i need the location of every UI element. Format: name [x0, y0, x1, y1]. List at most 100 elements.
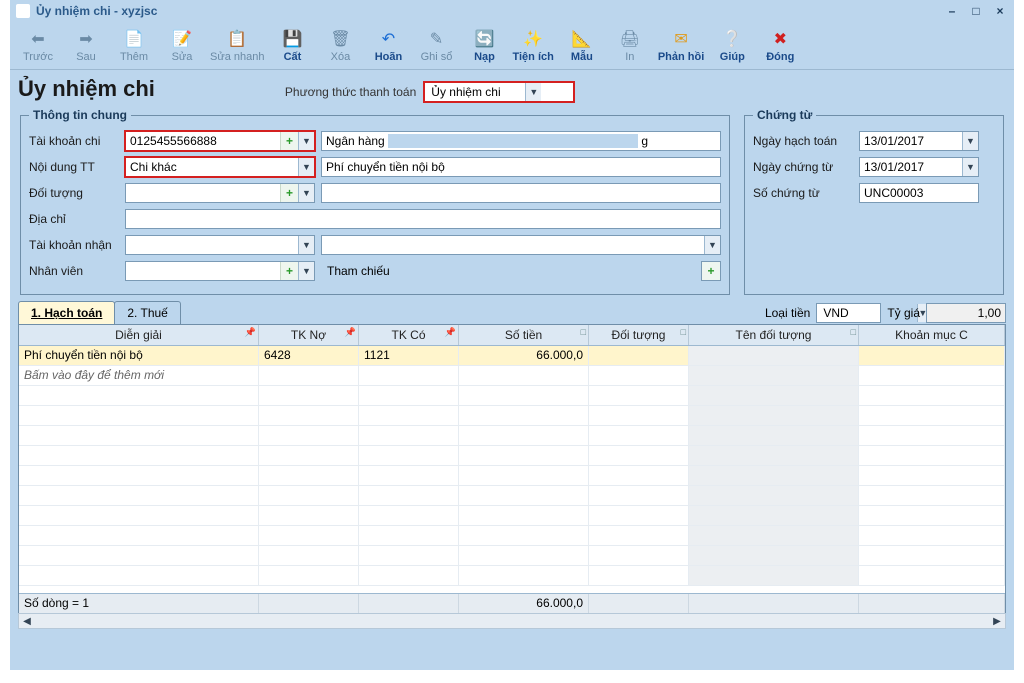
col-debit[interactable]: TK Nợ📌	[259, 325, 359, 345]
toolbar-util-button[interactable]: ✨Tiện ích	[508, 26, 557, 65]
account-input[interactable]: 0125455566888 + ▼	[125, 131, 315, 151]
col-description[interactable]: Diễn giải📌	[19, 325, 259, 345]
reference-label: Tham chiếu	[327, 264, 390, 278]
plus-icon[interactable]: +	[280, 262, 298, 280]
chevron-down-icon[interactable]: ▼	[704, 236, 720, 254]
col-object-name[interactable]: Tên đối tượng□	[689, 325, 859, 345]
page-edit-icon: 📝	[171, 28, 193, 50]
toolbar-undo-button[interactable]: ↶Hoãn	[364, 26, 412, 65]
toolbar-add-button[interactable]: 📄Thêm	[110, 26, 158, 65]
doc-date-label: Ngày chứng từ	[753, 160, 853, 174]
chevron-down-icon[interactable]: ▼	[298, 158, 314, 176]
chevron-down-icon: ▼	[525, 83, 541, 101]
chevron-down-icon[interactable]: ▼	[298, 184, 314, 202]
staff-label: Nhân viên	[29, 264, 119, 278]
content-dropdown[interactable]: Chi khác ▼	[125, 157, 315, 177]
page-add-icon: 📄	[123, 28, 145, 50]
toolbar-feedback-button[interactable]: ✉Phản hồi	[654, 26, 708, 65]
pencil-icon: ✎	[425, 28, 447, 50]
col-object[interactable]: Đối tượng□	[589, 325, 689, 345]
staff-input[interactable]: + ▼	[125, 261, 315, 281]
tab-accounting[interactable]: 1. Hạch toán	[18, 301, 115, 324]
col-cost-item[interactable]: Khoản mục C	[859, 325, 1005, 345]
recv-bank-input[interactable]: ▼	[321, 235, 721, 255]
toolbar-delete-button[interactable]: 🗑Xóa	[316, 26, 364, 65]
acct-date-label: Ngày hạch toán	[753, 134, 853, 148]
new-row-hint[interactable]: Bấm vào đây để thêm mới	[19, 366, 1005, 386]
account-label: Tài khoản chi	[29, 134, 119, 148]
pin-icon: □	[681, 327, 686, 337]
general-info-group: Thông tin chung Tài khoản chi 0125455566…	[20, 108, 730, 295]
maximize-button[interactable]: □	[968, 4, 984, 18]
pin-icon: 📌	[245, 327, 256, 338]
mail-icon: ✉	[670, 28, 692, 50]
app-window: Ủy nhiệm chi - xyzjsc – □ × ⬅Trước ➡Sau …	[10, 0, 1014, 670]
toolbar-close-button[interactable]: ✖Đóng	[756, 26, 804, 65]
content-label: Nội dung TT	[29, 160, 119, 174]
doc-no-input[interactable]: UNC00003	[859, 183, 979, 203]
table-row[interactable]: Phí chuyển tiền nội bộ 6428 1121 66.000,…	[19, 346, 1005, 366]
bank-display: Ngân hàng g	[321, 131, 721, 151]
plus-icon: +	[707, 264, 714, 278]
doc-date-input[interactable]: 13/01/2017 ▼	[859, 157, 979, 177]
page-title: Ủy nhiệm chi	[18, 76, 155, 102]
grid-footer: Số dòng = 1 66.000,0	[19, 593, 1005, 613]
toolbar-help-button[interactable]: ❔Giúp	[708, 26, 756, 65]
voucher-group: Chứng từ Ngày hạch toán 13/01/2017 ▼ Ngà…	[744, 108, 1004, 295]
toolbar-load-button[interactable]: 🔄Nạp	[460, 26, 508, 65]
acct-date-input[interactable]: 13/01/2017 ▼	[859, 131, 979, 151]
delete-icon: 🗑	[329, 28, 351, 50]
app-icon	[16, 4, 30, 18]
tab-tax[interactable]: 2. Thuế	[114, 301, 180, 324]
scroll-right-icon[interactable]: ▶	[989, 616, 1005, 627]
arrow-left-icon: ⬅	[27, 28, 49, 50]
address-input[interactable]	[125, 209, 721, 229]
voucher-legend: Chứng từ	[753, 108, 816, 122]
content-note-input[interactable]: Phí chuyển tiền nội bộ	[321, 157, 721, 177]
help-icon: ❔	[721, 28, 743, 50]
doc-no-label: Số chứng từ	[753, 186, 853, 200]
reference-add-button[interactable]: +	[701, 261, 721, 281]
grid-header: Diễn giải📌 TK Nợ📌 TK Có📌 Số tiền□ Đối tư…	[19, 325, 1005, 346]
scroll-left-icon[interactable]: ◀	[19, 616, 35, 627]
object-name-input[interactable]	[321, 183, 721, 203]
col-amount[interactable]: Số tiền□	[459, 325, 589, 345]
rate-display: 1,00	[926, 303, 1006, 323]
toolbar-save-button[interactable]: 💾Cất	[268, 26, 316, 65]
pay-method-dropdown[interactable]: Ủy nhiệm chi ▼	[424, 82, 574, 102]
undo-icon: ↶	[377, 28, 399, 50]
horizontal-scrollbar[interactable]: ◀ ▶	[18, 613, 1006, 629]
close-button[interactable]: ×	[992, 4, 1008, 18]
template-icon: 📐	[571, 28, 593, 50]
toolbar-before-button[interactable]: ⬅Trước	[14, 26, 62, 65]
currency-dropdown[interactable]: VND ▼	[816, 303, 881, 323]
chevron-down-icon[interactable]: ▼	[962, 132, 978, 150]
chevron-down-icon[interactable]: ▼	[298, 132, 314, 150]
toolbar-template-button[interactable]: 📐Mẫu	[558, 26, 606, 65]
toolbar-after-button[interactable]: ➡Sau	[62, 26, 110, 65]
object-input[interactable]: + ▼	[125, 183, 315, 203]
printer-icon: 🖨	[619, 28, 641, 50]
pin-icon: 📌	[345, 327, 356, 338]
minimize-button[interactable]: –	[944, 4, 960, 18]
toolbar-post-button[interactable]: ✎Ghi sổ	[412, 26, 460, 65]
chevron-down-icon[interactable]: ▼	[298, 262, 314, 280]
chevron-down-icon[interactable]: ▼	[298, 236, 314, 254]
chevron-down-icon[interactable]: ▼	[962, 158, 978, 176]
refresh-icon: 🔄	[473, 28, 495, 50]
currency-label: Loại tiền	[765, 306, 810, 320]
toolbar-print-button[interactable]: 🖨In	[606, 26, 654, 65]
toolbar-quick-edit-button[interactable]: 📋Sửa nhanh	[206, 26, 268, 65]
toolbar-edit-button[interactable]: 📝Sửa	[158, 26, 206, 65]
general-info-legend: Thông tin chung	[29, 108, 131, 122]
pin-icon: □	[851, 327, 856, 337]
recv-account-input[interactable]: ▼	[125, 235, 315, 255]
titlebar: Ủy nhiệm chi - xyzjsc – □ ×	[10, 0, 1014, 22]
plus-icon[interactable]: +	[280, 132, 298, 150]
close-icon: ✖	[769, 28, 791, 50]
tools-icon: ✨	[522, 28, 544, 50]
plus-icon[interactable]: +	[280, 184, 298, 202]
col-credit[interactable]: TK Có📌	[359, 325, 459, 345]
page-quick-icon: 📋	[226, 28, 248, 50]
object-label: Đối tượng	[29, 186, 119, 200]
